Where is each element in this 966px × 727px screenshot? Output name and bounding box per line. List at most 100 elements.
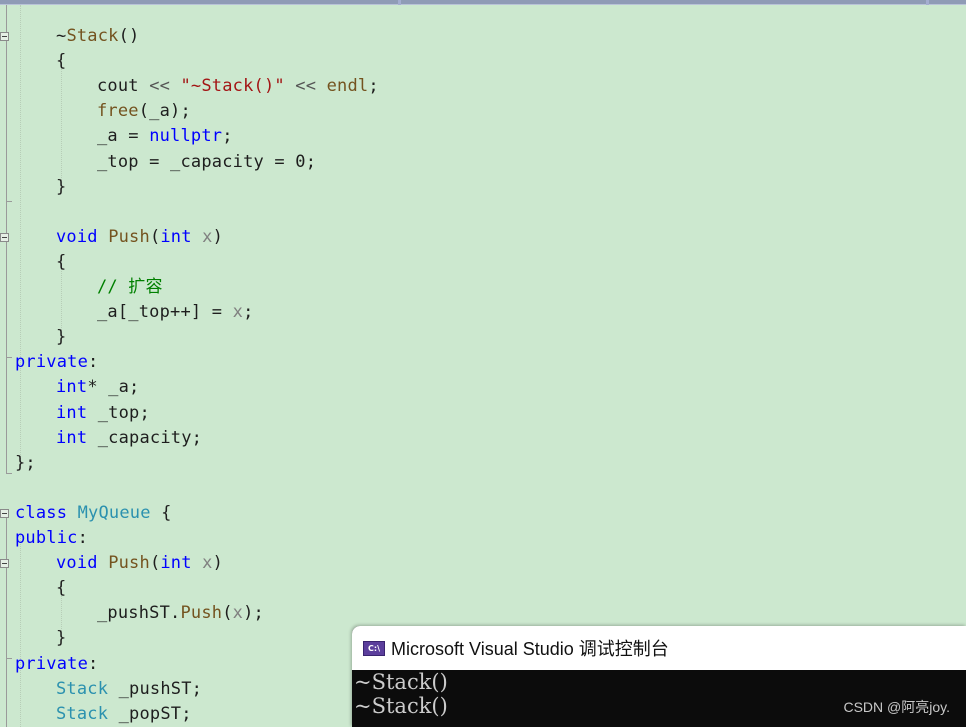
code-token: (: [149, 226, 161, 247]
code-token: int: [160, 226, 192, 247]
code-line[interactable]: {: [56, 576, 66, 601]
code-token: :: [88, 352, 99, 373]
code-token: class: [15, 502, 68, 523]
fold-collapse-icon[interactable]: [0, 509, 9, 518]
code-token: void: [56, 226, 98, 247]
code-line[interactable]: _a[_top++] = x;: [97, 300, 254, 325]
code-line[interactable]: _a = nullptr;: [97, 124, 233, 149]
code-token: _popST;: [108, 703, 192, 724]
code-token: void: [56, 553, 98, 574]
console-app-icon: C:\: [363, 640, 385, 656]
console-titlebar[interactable]: C:\ Microsoft Visual Studio 调试控制台: [352, 626, 966, 670]
code-token: _a[_top++] =: [97, 302, 233, 323]
code-line[interactable]: Stack _pushST;: [56, 677, 202, 702]
code-line[interactable]: private:: [15, 652, 98, 677]
code-token: Stack: [56, 703, 109, 724]
code-token: free: [97, 101, 139, 122]
code-token: int: [56, 427, 88, 448]
code-token: }: [56, 176, 67, 197]
code-token: // 扩容: [97, 277, 163, 297]
code-line[interactable]: Stack _popST;: [56, 702, 192, 727]
code-line[interactable]: public:: [15, 526, 88, 551]
code-line[interactable]: int _top;: [56, 401, 150, 426]
code-token: {: [56, 251, 67, 272]
code-line[interactable]: }: [56, 626, 66, 651]
code-token: ~: [56, 26, 67, 46]
code-editor[interactable]: ~Stack(){cout << "~Stack()" << endl; free…: [0, 5, 966, 727]
code-token: _top = _capacity = 0;: [97, 151, 317, 172]
code-token: Stack: [66, 26, 119, 46]
code-line[interactable]: {: [56, 49, 66, 74]
code-token: {: [56, 578, 67, 599]
code-token: Push: [180, 603, 223, 624]
code-line[interactable]: }: [56, 325, 66, 350]
code-token: MyQueue: [77, 502, 151, 523]
code-line[interactable]: free(_a);: [97, 99, 191, 124]
console-output-line: ~Stack(): [354, 670, 448, 694]
code-token: Stack: [56, 678, 109, 699]
fold-collapse-icon[interactable]: [0, 32, 9, 41]
code-token: ;: [243, 302, 254, 323]
code-token: x: [232, 302, 244, 323]
code-token: x: [232, 603, 244, 624]
code-token: int: [56, 402, 88, 423]
code-token: _top;: [87, 402, 150, 423]
code-line[interactable]: // 扩容: [97, 275, 163, 300]
code-line[interactable]: void Push(int x): [56, 225, 223, 250]
indent-guide: [20, 5, 21, 465]
code-line[interactable]: int _capacity;: [56, 426, 202, 451]
code-token: (: [222, 603, 233, 624]
code-token: }: [56, 327, 67, 348]
fold-region-end: [6, 658, 12, 659]
code-line[interactable]: _top = _capacity = 0;: [97, 150, 316, 175]
fold-region-line: [6, 573, 7, 658]
code-line[interactable]: class MyQueue {: [15, 501, 172, 526]
code-token: {: [56, 51, 67, 72]
code-token: _a =: [97, 126, 150, 147]
debug-console-window[interactable]: C:\ Microsoft Visual Studio 调试控制台 ~Stack…: [352, 626, 966, 727]
code-line[interactable]: ~Stack(): [56, 24, 140, 49]
code-token: x: [202, 553, 213, 574]
code-token: );: [243, 603, 264, 624]
code-line[interactable]: private:: [15, 350, 98, 375]
code-token: (_a);: [138, 101, 191, 122]
console-output-line: ~Stack(): [354, 694, 448, 718]
console-output[interactable]: ~Stack() ~Stack() CSDN @阿亮joy.: [352, 670, 966, 727]
code-line[interactable]: _pushST.Push(x);: [97, 601, 264, 626]
code-token: private: [15, 352, 89, 373]
code-token: x: [202, 226, 213, 247]
code-token: int: [160, 553, 192, 574]
code-token: nullptr: [149, 126, 223, 147]
code-token: ): [212, 553, 223, 574]
code-token: (: [149, 553, 161, 574]
code-token: (): [118, 26, 140, 46]
code-token: :: [77, 528, 89, 548]
code-token: Push: [108, 226, 150, 247]
code-line[interactable]: }: [56, 175, 66, 200]
code-line[interactable]: int* _a;: [56, 375, 140, 400]
code-token: public: [15, 528, 78, 548]
code-token: :: [88, 653, 99, 674]
code-line[interactable]: };: [15, 451, 36, 476]
fold-collapse-icon[interactable]: [0, 559, 9, 568]
code-line[interactable]: void Push(int x): [56, 551, 223, 576]
code-token: _pushST.: [97, 603, 181, 624]
code-token: ;: [368, 76, 379, 97]
code-token: cout: [97, 76, 150, 97]
csdn-watermark: CSDN @阿亮joy.: [843, 699, 950, 715]
code-token: private: [15, 653, 89, 674]
code-token: * _a;: [87, 377, 140, 398]
code-line[interactable]: {: [56, 250, 66, 275]
code-token: <<: [149, 76, 181, 97]
fold-collapse-icon[interactable]: [0, 233, 9, 242]
code-token: {: [150, 502, 172, 523]
code-token: }: [56, 628, 67, 649]
code-token: "~Stack()": [180, 76, 285, 97]
fold-region-line: [6, 663, 7, 727]
code-line[interactable]: cout << "~Stack()" << endl;: [97, 74, 379, 99]
